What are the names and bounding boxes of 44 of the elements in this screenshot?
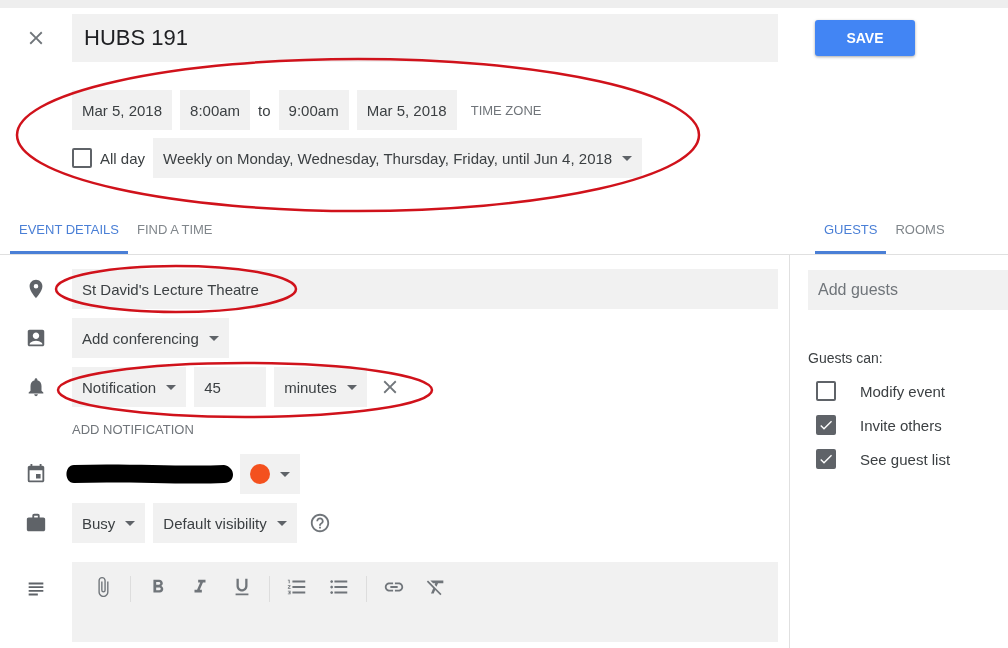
- color-dot: [250, 464, 270, 484]
- caret-icon: [346, 384, 357, 390]
- tab[interactable]: FIND A TIME: [127, 204, 222, 254]
- end-date[interactable]: Mar 5, 2018: [356, 90, 457, 130]
- guests-can-label: Guests can:: [808, 350, 884, 366]
- tab[interactable]: ROOMS: [886, 204, 954, 254]
- tab[interactable]: GUESTS: [815, 204, 887, 254]
- permission-checkbox[interactable]: [816, 449, 836, 469]
- caret-icon: [208, 335, 219, 341]
- location-field[interactable]: St David's Lecture Theatre: [72, 269, 778, 309]
- add-guests-field[interactable]: Add guests: [808, 270, 1008, 310]
- end-time[interactable]: 9:00am: [278, 90, 349, 130]
- permission-label: Invite others: [860, 416, 942, 434]
- calendar-icon: [25, 463, 47, 485]
- briefcase-icon: [25, 512, 47, 534]
- permission-label: See guest list: [860, 450, 951, 468]
- permission-label: Modify event: [860, 382, 946, 400]
- all-day-checkbox[interactable]: [72, 148, 92, 168]
- visibility-dropdown[interactable]: Default visibility: [153, 503, 297, 543]
- tab[interactable]: EVENT DETAILS: [10, 204, 128, 254]
- conferencing-dropdown[interactable]: Add conferencing: [72, 318, 229, 358]
- notification-amount-field[interactable]: 45: [194, 367, 267, 407]
- caret-icon: [125, 520, 136, 526]
- description-field[interactable]: [72, 562, 778, 642]
- contact-card-icon: [25, 327, 47, 349]
- permission-checkbox[interactable]: [816, 415, 836, 435]
- caret-icon: [622, 155, 633, 161]
- title-field[interactable]: HUBS 191: [72, 14, 778, 62]
- permission-checkbox[interactable]: [816, 381, 836, 401]
- time-zone-button[interactable]: TIME ZONE: [464, 102, 548, 118]
- caret-icon: [280, 471, 290, 477]
- add-notification-button[interactable]: ADD NOTIFICATION: [72, 422, 194, 437]
- notification-type-dropdown[interactable]: Notification: [72, 367, 187, 407]
- caret-icon: [166, 384, 177, 390]
- calendar-color-dropdown[interactable]: [240, 454, 300, 494]
- caret-icon: [276, 520, 287, 526]
- all-day-label: All day: [100, 149, 146, 167]
- to-label: to: [258, 101, 271, 119]
- start-date[interactable]: Mar 5, 2018: [72, 90, 173, 130]
- notification-unit-dropdown[interactable]: minutes: [274, 367, 367, 407]
- start-time[interactable]: 8:00am: [180, 90, 251, 130]
- save-button[interactable]: SAVE: [815, 20, 915, 56]
- recurrence-dropdown[interactable]: Weekly on Monday, Wednesday, Thursday, Friday, until Jun 4, 2018: [153, 138, 643, 178]
- availability-dropdown[interactable]: Busy: [72, 503, 146, 543]
